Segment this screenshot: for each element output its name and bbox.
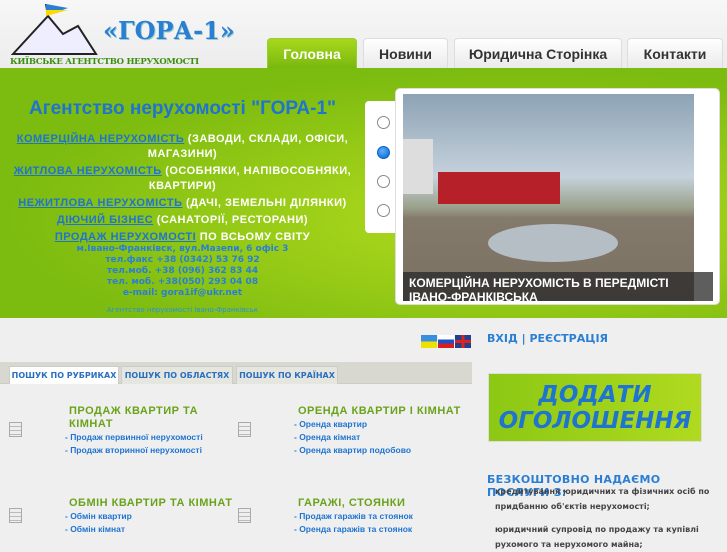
tab-by-category[interactable]: ПОШУК ПО РУБРИКАХ — [9, 366, 119, 384]
hero-item: НЕЖИТЛОВА НЕРУХОМІСТЬ (ДАЧІ, ЗЕМЕЛЬНІ ДІ… — [18, 197, 347, 209]
hero-section: Агентство нерухомості "ГОРА-1" КОМЕРЦІЙН… — [0, 68, 727, 318]
hero-item: ПРОДАЖ НЕРУХОМОСТІ ПО ВСЬОМУ СВІТУ — [54, 231, 311, 243]
hero-link-business[interactable]: ДІЮЧИЙ БІЗНЕС — [57, 214, 153, 226]
flag-ua-icon[interactable] — [421, 335, 437, 348]
category-link[interactable]: - Продаж вторинної нерухомості — [65, 444, 219, 457]
slider-dot-4[interactable] — [377, 204, 390, 217]
category-link[interactable]: - Оренда квартир подобово — [294, 444, 468, 457]
category-link[interactable]: - Продаж первинної нерухомості — [65, 431, 219, 444]
hero-footer: Агентство нерухомості Івано-Франківськ — [106, 306, 259, 314]
nav-news[interactable]: Новини — [363, 38, 448, 68]
hero-item: ЖИТЛОВА НЕРУХОМІСТЬ (ОСОБНЯКИ, НАПІВОСОБ… — [13, 165, 352, 192]
email[interactable]: e-mail: gora1if@ukr.net — [0, 288, 365, 299]
slider-dot-2[interactable] — [377, 146, 390, 159]
slider-dot-1[interactable] — [377, 116, 390, 129]
phone-mobile: тел. моб. +38(050) 293 04 08 — [106, 277, 259, 287]
category-title[interactable]: ГАРАЖІ, СТОЯНКИ — [298, 497, 448, 510]
category-sale: ПРОДАЖ КВАРТИР ТА КІМНАТ - Продаж первин… — [65, 405, 219, 457]
category-title[interactable]: ОБМІН КВАРТИР ТА КІМНАТ — [69, 497, 239, 510]
phone-fax: тел.факс +38 (0342) 53 76 92 — [105, 255, 260, 265]
address-line: м.Івано-Франківск, вул.Мазепи, 6 офіс 3 — [76, 244, 289, 254]
slider-dot-3[interactable] — [377, 175, 390, 188]
slide-photo — [403, 94, 694, 301]
document-icon — [238, 422, 251, 437]
category-link[interactable]: - Обмін кімнат — [65, 523, 239, 536]
hero-link-residential[interactable]: ЖИТЛОВА НЕРУХОМІСТЬ — [14, 165, 162, 177]
hero-link-nonresidential[interactable]: НЕЖИТЛОВА НЕРУХОМІСТЬ — [18, 197, 182, 209]
category-rent: ОРЕНДА КВАРТИР І КІМНАТ - Оренда квартир… — [294, 405, 468, 457]
document-icon — [9, 422, 22, 437]
hero-title: Агентство нерухомості "ГОРА-1" — [28, 98, 337, 119]
auth-links: ВХІД | РЕЄСТРАЦІЯ — [487, 332, 609, 345]
add-ad-button[interactable]: ДОДАТИ ОГОЛОШЕННЯ — [488, 373, 702, 442]
search-tabs: ПОШУК ПО РУБРИКАХ ПОШУК ПО ОБЛАСТЯХ ПОШУ… — [0, 362, 472, 384]
flag-ru-icon[interactable] — [438, 335, 454, 348]
tab-by-region[interactable]: ПОШУК ПО ОБЛАСТЯХ — [121, 366, 233, 384]
category-link[interactable]: - Оренда кімнат — [294, 431, 468, 444]
contact-address: м.Івано-Франківск, вул.Мазепи, 6 офіс 3 … — [0, 244, 365, 299]
nav-home[interactable]: Головна — [267, 38, 357, 68]
hero-item: КОМЕРЦІЙНА НЕРУХОМІСТЬ (ЗАВОДИ, СКЛАДИ, … — [16, 133, 349, 160]
hero-link-world[interactable]: ПРОДАЖ НЕРУХОМОСТІ — [55, 231, 196, 243]
category-link[interactable]: - Обмін квартир — [65, 510, 239, 523]
document-icon — [238, 508, 251, 523]
register-link[interactable]: РЕЄСТРАЦІЯ — [529, 332, 608, 345]
tab-by-country[interactable]: ПОШУК ПО КРАЇНАХ — [236, 366, 338, 384]
service-item: юридичний супровід по продажу та купівлі… — [495, 525, 699, 549]
language-switcher — [421, 335, 471, 348]
category-garages: ГАРАЖІ, СТОЯНКИ - Продаж гаражів та стоя… — [294, 497, 448, 536]
flag-en-icon[interactable] — [455, 335, 471, 348]
login-link[interactable]: ВХІД — [487, 332, 518, 345]
category-title[interactable]: ОРЕНДА КВАРТИР І КІМНАТ — [298, 405, 468, 418]
document-icon — [9, 508, 22, 523]
category-link[interactable]: - Продаж гаражів та стоянок — [294, 510, 448, 523]
logo[interactable]: «ГОРА-1» КИЇВСЬКЕ АГЕНТСТВО НЕРУХОМОСТІ — [8, 3, 238, 68]
nav-contacts[interactable]: Контакти — [627, 38, 723, 68]
header: «ГОРА-1» КИЇВСЬКЕ АГЕНТСТВО НЕРУХОМОСТІ … — [0, 0, 727, 68]
nav-legal[interactable]: Юридична Сторінка — [454, 38, 622, 68]
slider[interactable]: КОМЕРЦІЙНА НЕРУХОМІСТЬ В ПЕРЕДМІСТІ ІВАН… — [395, 88, 720, 305]
category-title[interactable]: ПРОДАЖ КВАРТИР ТА КІМНАТ — [69, 405, 219, 431]
service-item: кредитування юридичних та фізичних осіб … — [495, 487, 710, 511]
category-link[interactable]: - Оренда гаражів та стоянок — [294, 523, 448, 536]
category-link[interactable]: - Оренда квартир — [294, 418, 468, 431]
slide-caption: КОМЕРЦІЙНА НЕРУХОМІСТЬ В ПЕРЕДМІСТІ ІВАН… — [403, 272, 713, 301]
hero-list: КОМЕРЦІЙНА НЕРУХОМІСТЬ (ЗАВОДИ, СКЛАДИ, … — [10, 132, 355, 247]
phone-mobile: тел.моб. +38 (096) 362 83 44 — [106, 266, 259, 276]
logo-title: «ГОРА-1» — [103, 16, 235, 45]
mountain-flag-icon — [10, 3, 98, 55]
hero-item: ДІЮЧИЙ БІЗНЕС (САНАТОРІЇ, РЕСТОРАНИ) — [56, 214, 309, 226]
hero-link-commercial[interactable]: КОМЕРЦІЙНА НЕРУХОМІСТЬ — [17, 133, 185, 145]
logo-subtitle: КИЇВСЬКЕ АГЕНТСТВО НЕРУХОМОСТІ — [10, 57, 199, 67]
category-exchange: ОБМІН КВАРТИР ТА КІМНАТ - Обмін квартир … — [65, 497, 239, 536]
